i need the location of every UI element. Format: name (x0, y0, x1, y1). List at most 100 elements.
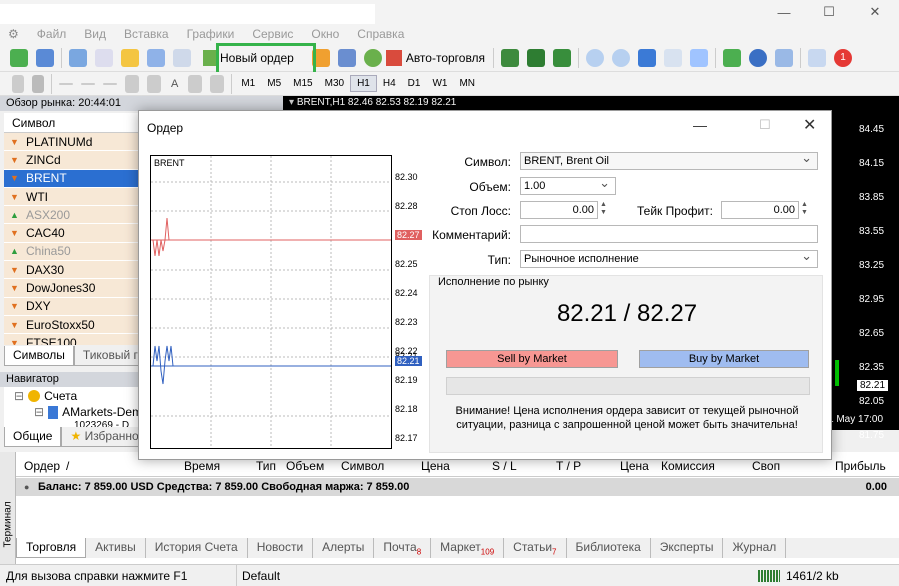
menu-file[interactable]: Файл (28, 27, 76, 41)
col-type[interactable]: Тип (256, 459, 276, 473)
navigator-icon[interactable] (121, 48, 139, 67)
bar-chart-icon[interactable] (501, 48, 520, 67)
crosshair-icon[interactable] (32, 74, 44, 93)
timeframe-m5[interactable]: M5 (261, 76, 287, 91)
tab-count-badge: 8 (416, 547, 422, 557)
menu-insert[interactable]: Вставка (115, 27, 178, 41)
terminal-tab[interactable]: Библиотека (567, 538, 651, 558)
periods-icon[interactable] (749, 48, 768, 67)
col-symbol[interactable]: Символ (341, 459, 384, 473)
col-sort-icon[interactable]: / (66, 459, 69, 473)
auto-trading-button[interactable]: Авто-торговля (385, 49, 485, 66)
zoom-in-icon[interactable] (586, 48, 605, 67)
tick-axis-label: 82.18 (395, 404, 418, 414)
sell-by-market-button[interactable]: Sell by Market (446, 350, 618, 368)
timeframe-w1[interactable]: W1 (426, 76, 453, 91)
terminal-tab[interactable]: Маркет109 (431, 538, 505, 558)
terminal-tab[interactable]: Статьи7 (504, 538, 567, 558)
symbol-select[interactable]: BRENT, Brent Oil (520, 150, 818, 170)
tree-accounts[interactable]: ⊟ Счета (14, 389, 77, 403)
menu-window[interactable]: Окно (302, 27, 348, 41)
terminal-tab[interactable]: История Счета (146, 538, 248, 558)
dialog-close-icon[interactable]: ✕ (803, 115, 816, 135)
menu-charts[interactable]: Графики (178, 27, 244, 41)
timeframe-h1[interactable]: H1 (350, 75, 377, 92)
new-chart-icon[interactable] (10, 48, 28, 67)
balance-row[interactable]: ● Баланс: 7 859.00 USD Средства: 7 859.0… (16, 478, 899, 496)
minimize-icon[interactable]: — (761, 0, 807, 24)
channel-icon[interactable] (125, 74, 139, 93)
col-price[interactable]: Цена (421, 459, 450, 473)
market-icon[interactable] (363, 48, 382, 67)
label-tool-icon[interactable] (188, 74, 203, 93)
indicators-icon[interactable] (723, 48, 742, 67)
terminal-tab[interactable]: Новости (248, 538, 314, 558)
templates-icon[interactable] (775, 48, 794, 67)
comment-input[interactable] (520, 225, 818, 243)
chart-shift-icon[interactable] (690, 48, 709, 67)
col-time[interactable]: Время (184, 459, 220, 473)
maximize-icon[interactable]: ☐ (806, 0, 852, 24)
chart-menu-icon[interactable]: ▾ (289, 97, 297, 108)
dialog-minimize-icon[interactable]: — (693, 117, 707, 133)
tick-axis-label: 82.23 (395, 317, 418, 327)
line-chart-icon[interactable] (553, 48, 572, 67)
tree-account-server[interactable]: ⊟ AMarkets-Dem (34, 405, 142, 419)
col-tp[interactable]: T / P (556, 459, 581, 473)
stop-loss-input[interactable]: 0.00 (520, 201, 598, 219)
tester-icon[interactable] (173, 48, 191, 67)
col-sl[interactable]: S / L (492, 459, 517, 473)
col-volume[interactable]: Объем (286, 459, 324, 473)
close-icon[interactable]: ✕ (852, 0, 898, 24)
timeframe-m30[interactable]: M30 (319, 76, 350, 91)
col-profit[interactable]: Прибыль (835, 459, 886, 473)
menu-view[interactable]: Вид (75, 27, 115, 41)
col-swap[interactable]: Своп (752, 459, 780, 473)
signals-icon[interactable] (337, 48, 356, 67)
terminal-tab[interactable]: Алерты (313, 538, 375, 558)
timeframe-h4[interactable]: H4 (377, 76, 402, 91)
type-select[interactable]: Рыночное исполнение (520, 248, 818, 268)
menu-tools[interactable]: Сервис (243, 27, 302, 41)
zoom-out-icon[interactable] (612, 48, 631, 67)
profiles-icon[interactable] (36, 48, 54, 67)
col-order[interactable]: Ордер (24, 459, 60, 473)
terminal-tab[interactable]: Активы (86, 538, 146, 558)
tab-symbols[interactable]: Символы (4, 346, 74, 366)
auto-trading-icon (385, 49, 402, 66)
fibonacci-icon[interactable] (147, 74, 161, 93)
col-commission[interactable]: Комиссия (661, 459, 715, 473)
favorites-icon: ★ (70, 429, 85, 443)
text-tool-icon[interactable]: A (171, 78, 178, 90)
candles-icon[interactable] (527, 48, 546, 67)
timeframe-mn[interactable]: MN (453, 76, 481, 91)
take-profit-spinner[interactable]: ▲ ▼ (801, 201, 808, 217)
shapes-icon[interactable] (210, 74, 225, 93)
terminal-tab[interactable]: Эксперты (651, 538, 724, 558)
ask-ticks (152, 217, 170, 257)
timeframe-m15[interactable]: M15 (287, 76, 318, 91)
buy-by-market-button[interactable]: Buy by Market (639, 350, 809, 368)
volume-input[interactable]: 1.00 (520, 175, 616, 195)
trend-line-icon[interactable] (103, 82, 117, 85)
horizontal-line-icon[interactable] (81, 82, 95, 85)
cursor-icon[interactable] (12, 74, 24, 93)
timeframe-m1[interactable]: M1 (235, 76, 261, 91)
terminal-tab[interactable]: Журнал (723, 538, 787, 558)
notifications-icon[interactable]: 1 (834, 48, 853, 67)
tab-common[interactable]: Общие (4, 427, 62, 447)
market-watch-icon[interactable] (69, 48, 87, 67)
tile-windows-icon[interactable] (638, 48, 657, 67)
take-profit-input[interactable]: 0.00 (721, 201, 799, 219)
terminal-icon[interactable] (147, 48, 165, 67)
col-price-current[interactable]: Цена (620, 459, 649, 473)
app-gear-icon[interactable]: ⚙ (0, 27, 28, 41)
vertical-line-icon[interactable] (59, 82, 73, 85)
data-window-icon[interactable] (95, 48, 113, 67)
search-icon[interactable] (808, 48, 827, 67)
menu-help[interactable]: Справка (348, 27, 413, 41)
timeframe-d1[interactable]: D1 (402, 76, 427, 91)
terminal-tab[interactable]: Торговля (16, 538, 87, 558)
autoscroll-icon[interactable] (664, 48, 683, 67)
terminal-tab[interactable]: Почта8 (374, 538, 432, 558)
